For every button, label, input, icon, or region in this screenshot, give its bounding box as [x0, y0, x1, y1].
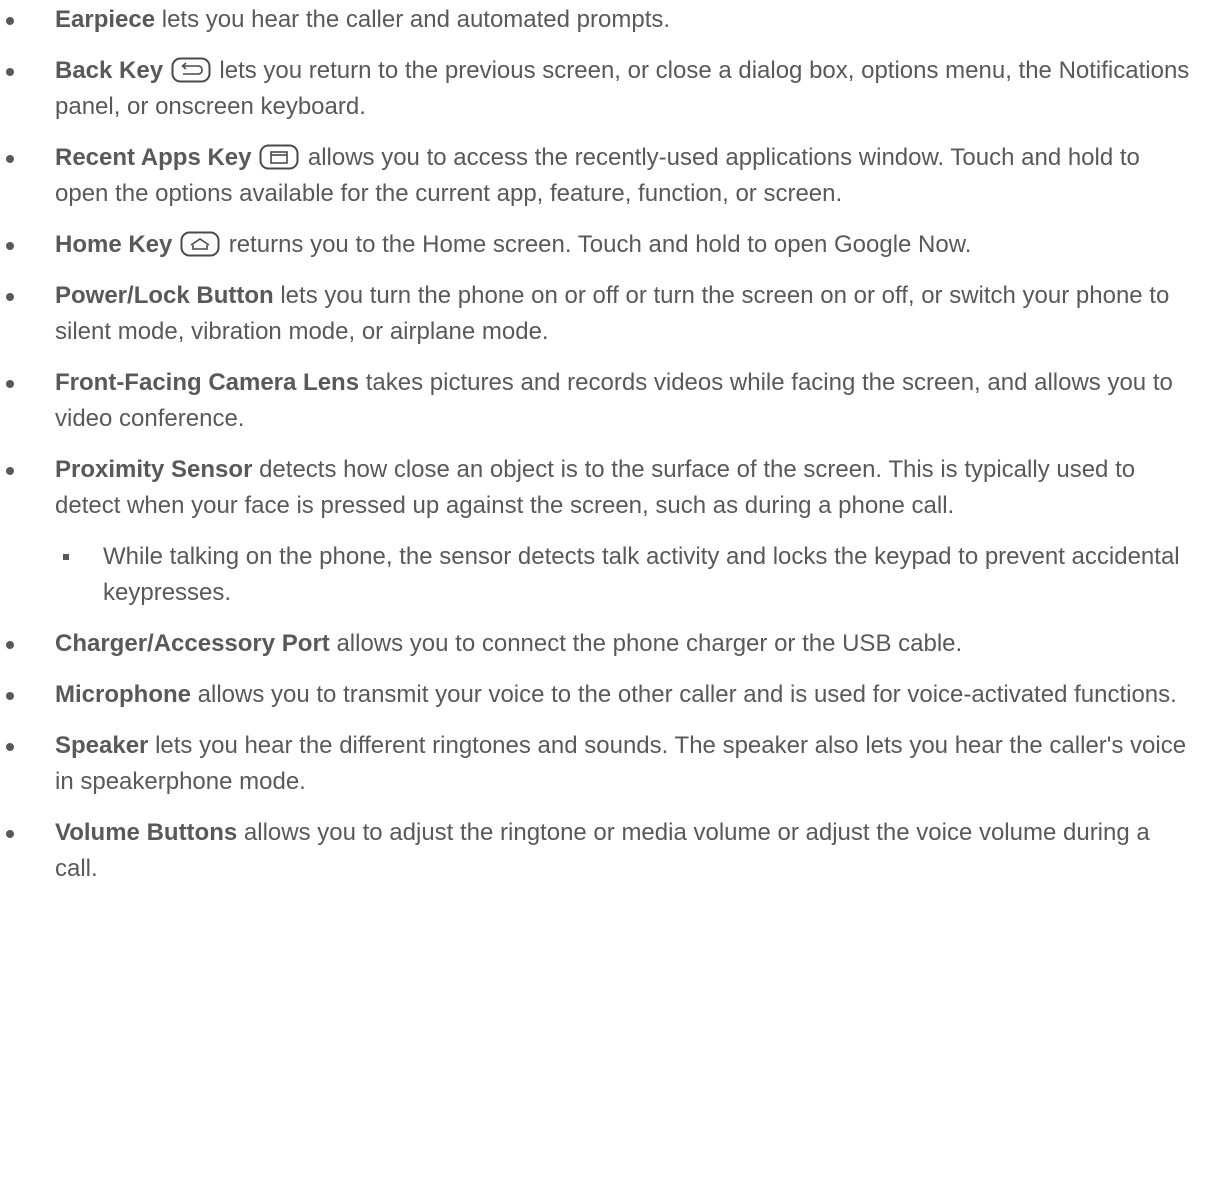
list-item-home-key: Home Key returns you to the Home screen.…: [0, 227, 1207, 263]
list-item-recent-apps-key: Recent Apps Key allows you to access the…: [0, 140, 1207, 212]
item-text: lets you hear the different ringtones an…: [55, 732, 1187, 795]
item-term: Microphone: [55, 681, 191, 708]
recent-apps-key-icon: [259, 144, 299, 170]
sub-bullet: [63, 554, 69, 560]
home-key-icon: [180, 231, 220, 257]
feature-list: Earpiece lets you hear the caller and au…: [0, 0, 1207, 887]
sub-item-text: While talking on the phone, the sensor d…: [103, 543, 1180, 606]
list-item-charger-accessory-port: Charger/Accessory Port allows you to con…: [0, 626, 1207, 662]
list-item-proximity-sensor: Proximity Sensor detects how close an ob…: [0, 452, 1207, 524]
item-term: Back Key: [55, 57, 164, 84]
bullet: [6, 293, 14, 301]
bullet: [6, 242, 14, 250]
item-text: returns you to the Home screen. Touch an…: [222, 231, 972, 258]
list-item-earpiece: Earpiece lets you hear the caller and au…: [0, 2, 1207, 38]
bullet: [6, 155, 14, 163]
list-item-volume-buttons: Volume Buttons allows you to adjust the …: [0, 815, 1207, 887]
item-term: Earpiece: [55, 6, 156, 33]
item-term: Front-Facing Camera Lens: [55, 369, 360, 396]
item-term: Speaker: [55, 732, 149, 759]
item-text: lets you hear the caller and automated p…: [155, 6, 671, 33]
bullet: [6, 743, 14, 751]
back-key-icon: [171, 57, 211, 83]
sub-list-item: While talking on the phone, the sensor d…: [0, 539, 1207, 611]
bullet: [6, 641, 14, 649]
list-item-front-facing-camera-lens: Front-Facing Camera Lens takes pictures …: [0, 365, 1207, 437]
list-item-speaker: Speaker lets you hear the different ring…: [0, 728, 1207, 800]
item-term: Volume Buttons: [55, 819, 238, 846]
list-item-back-key: Back Key lets you return to the previous…: [0, 53, 1207, 125]
item-term: Recent Apps Key: [55, 144, 252, 171]
bullet: [6, 68, 14, 76]
item-term: Home Key: [55, 231, 173, 258]
item-text: allows you to transmit your voice to the…: [191, 681, 1177, 708]
bullet: [6, 692, 14, 700]
bullet: [6, 830, 14, 838]
item-term: Charger/Accessory Port: [55, 630, 330, 657]
bullet: [6, 380, 14, 388]
list-item-microphone: Microphone allows you to transmit your v…: [0, 677, 1207, 713]
item-text: allows you to connect the phone charger …: [329, 630, 963, 657]
bullet: [6, 467, 14, 475]
item-term: Proximity Sensor: [55, 456, 253, 483]
list-item-power-lock-button: Power/Lock Button lets you turn the phon…: [0, 278, 1207, 350]
item-text: lets you return to the previous screen, …: [55, 57, 1190, 120]
bullet: [6, 17, 14, 25]
item-term: Power/Lock Button: [55, 282, 274, 309]
